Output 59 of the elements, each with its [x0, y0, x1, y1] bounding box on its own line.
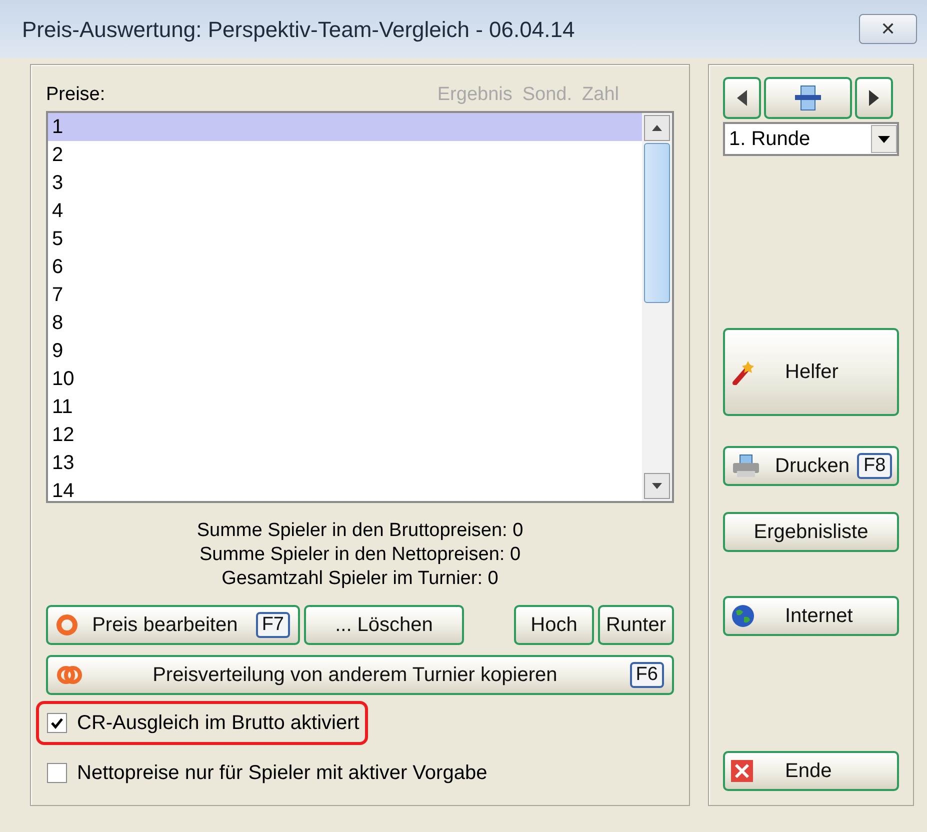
side-button[interactable]: Drucken F8: [723, 446, 899, 486]
check-icon: [50, 716, 64, 730]
magic-wand-icon: [731, 359, 757, 385]
close-button[interactable]: ✕: [859, 14, 917, 44]
side-button[interactable]: Ende: [723, 751, 899, 791]
checkbox[interactable]: [47, 763, 67, 783]
summary-text: Gesamtzahl Spieler im Turnier: 0: [222, 567, 498, 591]
action-button[interactable]: Hoch: [514, 605, 594, 645]
list-item[interactable]: 2: [48, 141, 642, 169]
column-header: Sond.: [522, 82, 572, 106]
action-button[interactable]: ... Löschen: [304, 605, 464, 645]
list-item[interactable]: 6: [48, 253, 642, 281]
prizes-label: Preise:: [46, 82, 106, 106]
print-layout-button[interactable]: [764, 77, 852, 119]
side-button[interactable]: Ergebnisliste: [723, 512, 899, 552]
summary-text: Summe Spieler in den Nettopreisen: 0: [199, 543, 521, 567]
window-title: Preis-Auswertung: Perspektiv-Team-Vergleich - 06.04.14: [22, 16, 575, 44]
round-dropdown[interactable]: 1. Runde: [723, 122, 899, 156]
close-icon: [731, 760, 753, 782]
previous-button[interactable]: [723, 77, 761, 119]
list-item[interactable]: 9: [48, 337, 642, 365]
ring-icon: [56, 614, 78, 636]
list-item[interactable]: 11: [48, 393, 642, 421]
edit-prize-button[interactable]: Preis bearbeiten F7: [46, 605, 300, 645]
list-item[interactable]: 10: [48, 365, 642, 393]
scroll-down-icon: [652, 483, 662, 489]
shortcut-key: F7: [256, 612, 290, 638]
list-item[interactable]: 5: [48, 225, 642, 253]
shortcut-key: F8: [857, 453, 892, 479]
rings-icon: [56, 663, 84, 687]
checkbox-label: CR-Ausgleich im Brutto aktiviert: [77, 711, 360, 736]
checkbox[interactable]: [47, 713, 67, 733]
scroll-up-icon: [652, 125, 662, 131]
scrollbar[interactable]: [642, 113, 672, 501]
caret-icon: [878, 136, 890, 142]
checkbox-label: Nettopreise nur für Spieler mit aktiver Vorgabe: [77, 761, 488, 786]
side-button[interactable]: Internet: [723, 596, 899, 636]
list-item[interactable]: 3: [48, 169, 642, 197]
list-item[interactable]: 13: [48, 449, 642, 477]
list-item[interactable]: 4: [48, 197, 642, 225]
list-item[interactable]: 14: [48, 477, 642, 501]
next-button[interactable]: [855, 77, 893, 119]
action-button[interactable]: Runter: [598, 605, 674, 645]
left-arrow-icon: [737, 90, 747, 106]
side-button[interactable]: Helfer: [723, 328, 899, 416]
list-item[interactable]: 7: [48, 281, 642, 309]
summary-text: Summe Spieler in den Bruttopreisen: 0: [196, 519, 524, 543]
right-arrow-icon: [869, 90, 879, 106]
list-item[interactable]: 12: [48, 421, 642, 449]
column-header: Ergebnis: [437, 82, 512, 106]
document-icon: [794, 85, 822, 111]
list-item[interactable]: 1: [48, 113, 642, 141]
column-header: Zahl: [582, 82, 619, 106]
list-item[interactable]: 8: [48, 309, 642, 337]
printer-icon: [731, 454, 761, 478]
copy-distribution-button[interactable]: Preisverteilung von anderem Turnier kopieren F6: [46, 655, 674, 695]
scrollbar-thumb[interactable]: [644, 143, 670, 303]
globe-icon: [731, 604, 755, 628]
shortcut-key: F6: [630, 662, 664, 688]
